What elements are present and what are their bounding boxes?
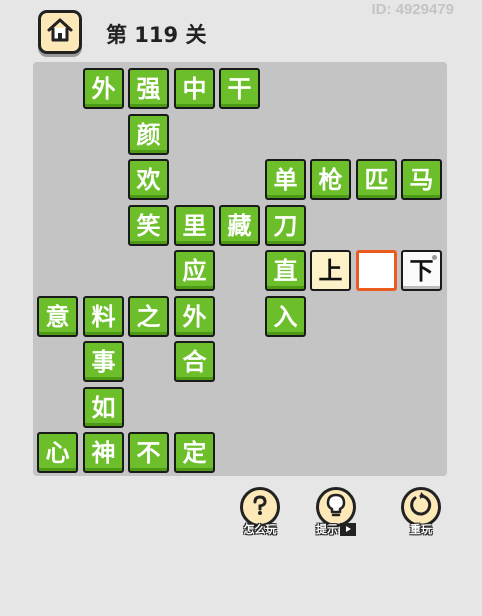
grid-tile: 颜 [128,114,169,155]
replay-icon [408,492,434,522]
home-icon [46,17,74,47]
grid-tile: 不 [128,432,169,473]
grid-tile: 如 [83,387,124,428]
grid-tile: 里 [174,205,215,246]
lightbulb-icon [324,492,348,522]
grid-tile: 料 [83,296,124,337]
id-label: ID: 4929479 [371,1,454,18]
grid-tile: 藏 [219,205,260,246]
home-button[interactable] [38,10,82,54]
grid-tile: 强 [128,68,169,109]
hint-label: 提示 [316,523,338,536]
grid-tile: 笑 [128,205,169,246]
grid-tile: 入 [265,296,306,337]
grid-tile: 之 [128,296,169,337]
question-icon [248,493,272,521]
grid-tile: 心 [37,432,78,473]
grid-tile: 单 [265,159,306,200]
grid-tile: 外 [83,68,124,109]
grid-tile: 定 [174,432,215,473]
empty-answer-cell[interactable] [356,250,397,291]
answer-option-tile[interactable]: 下 [401,250,442,291]
grid-tile: 匹 [356,159,397,200]
grid-tile: 外 [174,296,215,337]
grid-tile: 中 [174,68,215,109]
grid-tile: 马 [401,159,442,200]
placed-answer-tile[interactable]: 上 [310,250,351,291]
hint-button[interactable]: 提示 [306,487,366,547]
puzzle-board: 外强中干颜欢单枪匹马笑里藏刀应直上下意料之外入事合如心神不定 [33,62,447,476]
replay-label: 重玩 [410,523,432,536]
how-to-play-button[interactable]: 怎么玩 [230,487,290,547]
grid-tile: 刀 [265,205,306,246]
how-to-play-label: 怎么玩 [243,523,277,536]
grid-tile: 干 [219,68,260,109]
grid-tile: 直 [265,250,306,291]
replay-button[interactable]: 重玩 [391,487,451,547]
grid-tile: 事 [83,341,124,382]
grid-tile: 欢 [128,159,169,200]
level-title: 第 119 关 [106,23,207,47]
grid-tile: 合 [174,341,215,382]
grid-tile: 神 [83,432,124,473]
grid-tile: 枪 [310,159,351,200]
grid-tile: 应 [174,250,215,291]
video-icon [340,522,356,536]
grid-tile: 意 [37,296,78,337]
